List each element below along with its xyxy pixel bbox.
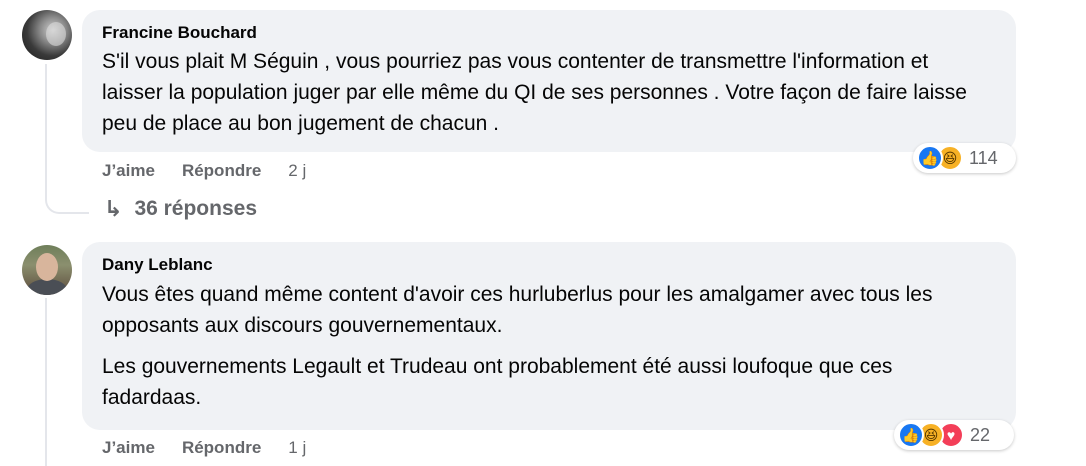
comment-author[interactable]: Francine Bouchard bbox=[102, 22, 994, 44]
reply-arrow-icon: ↳ bbox=[104, 196, 123, 221]
comment-text: Les gouvernements Legault et Trudeau ont… bbox=[102, 355, 893, 409]
comment-timestamp[interactable]: 2 j bbox=[288, 161, 306, 181]
reaction-summary[interactable]: 👍 😆 ♥ 22 bbox=[894, 420, 1014, 450]
comment-bubble: Francine Bouchard S'il vous plait M Ségu… bbox=[82, 10, 1016, 152]
avatar[interactable] bbox=[22, 245, 72, 295]
thread-connector bbox=[45, 298, 47, 466]
view-replies-button[interactable]: ↳ 36 réponses bbox=[104, 196, 257, 222]
reply-button[interactable]: Répondre bbox=[182, 438, 261, 458]
comment-actions: J’aime Répondre 1 j bbox=[102, 438, 306, 458]
like-icon: 👍 bbox=[898, 422, 924, 448]
reaction-count: 114 bbox=[969, 147, 998, 168]
reply-button[interactable]: Répondre bbox=[182, 161, 261, 181]
comment-text: S'il vous plait M Séguin , vous pourriez… bbox=[102, 50, 967, 135]
comment-actions: J’aime Répondre 2 j bbox=[102, 161, 306, 181]
like-button[interactable]: J’aime bbox=[102, 438, 155, 458]
comment-timestamp[interactable]: 1 j bbox=[288, 438, 306, 458]
like-icon: 👍 bbox=[917, 145, 943, 171]
reaction-summary[interactable]: 👍 😆 114 bbox=[913, 143, 1016, 173]
avatar[interactable] bbox=[22, 10, 72, 60]
comment-bubble: Dany Leblanc Vous êtes quand même conten… bbox=[82, 242, 1016, 430]
comment-text: Vous êtes quand même content d'avoir ces… bbox=[102, 283, 933, 337]
like-button[interactable]: J’aime bbox=[102, 161, 155, 181]
replies-label: 36 réponses bbox=[134, 197, 258, 220]
comment-author[interactable]: Dany Leblanc bbox=[102, 254, 994, 276]
reaction-count: 22 bbox=[970, 424, 991, 445]
